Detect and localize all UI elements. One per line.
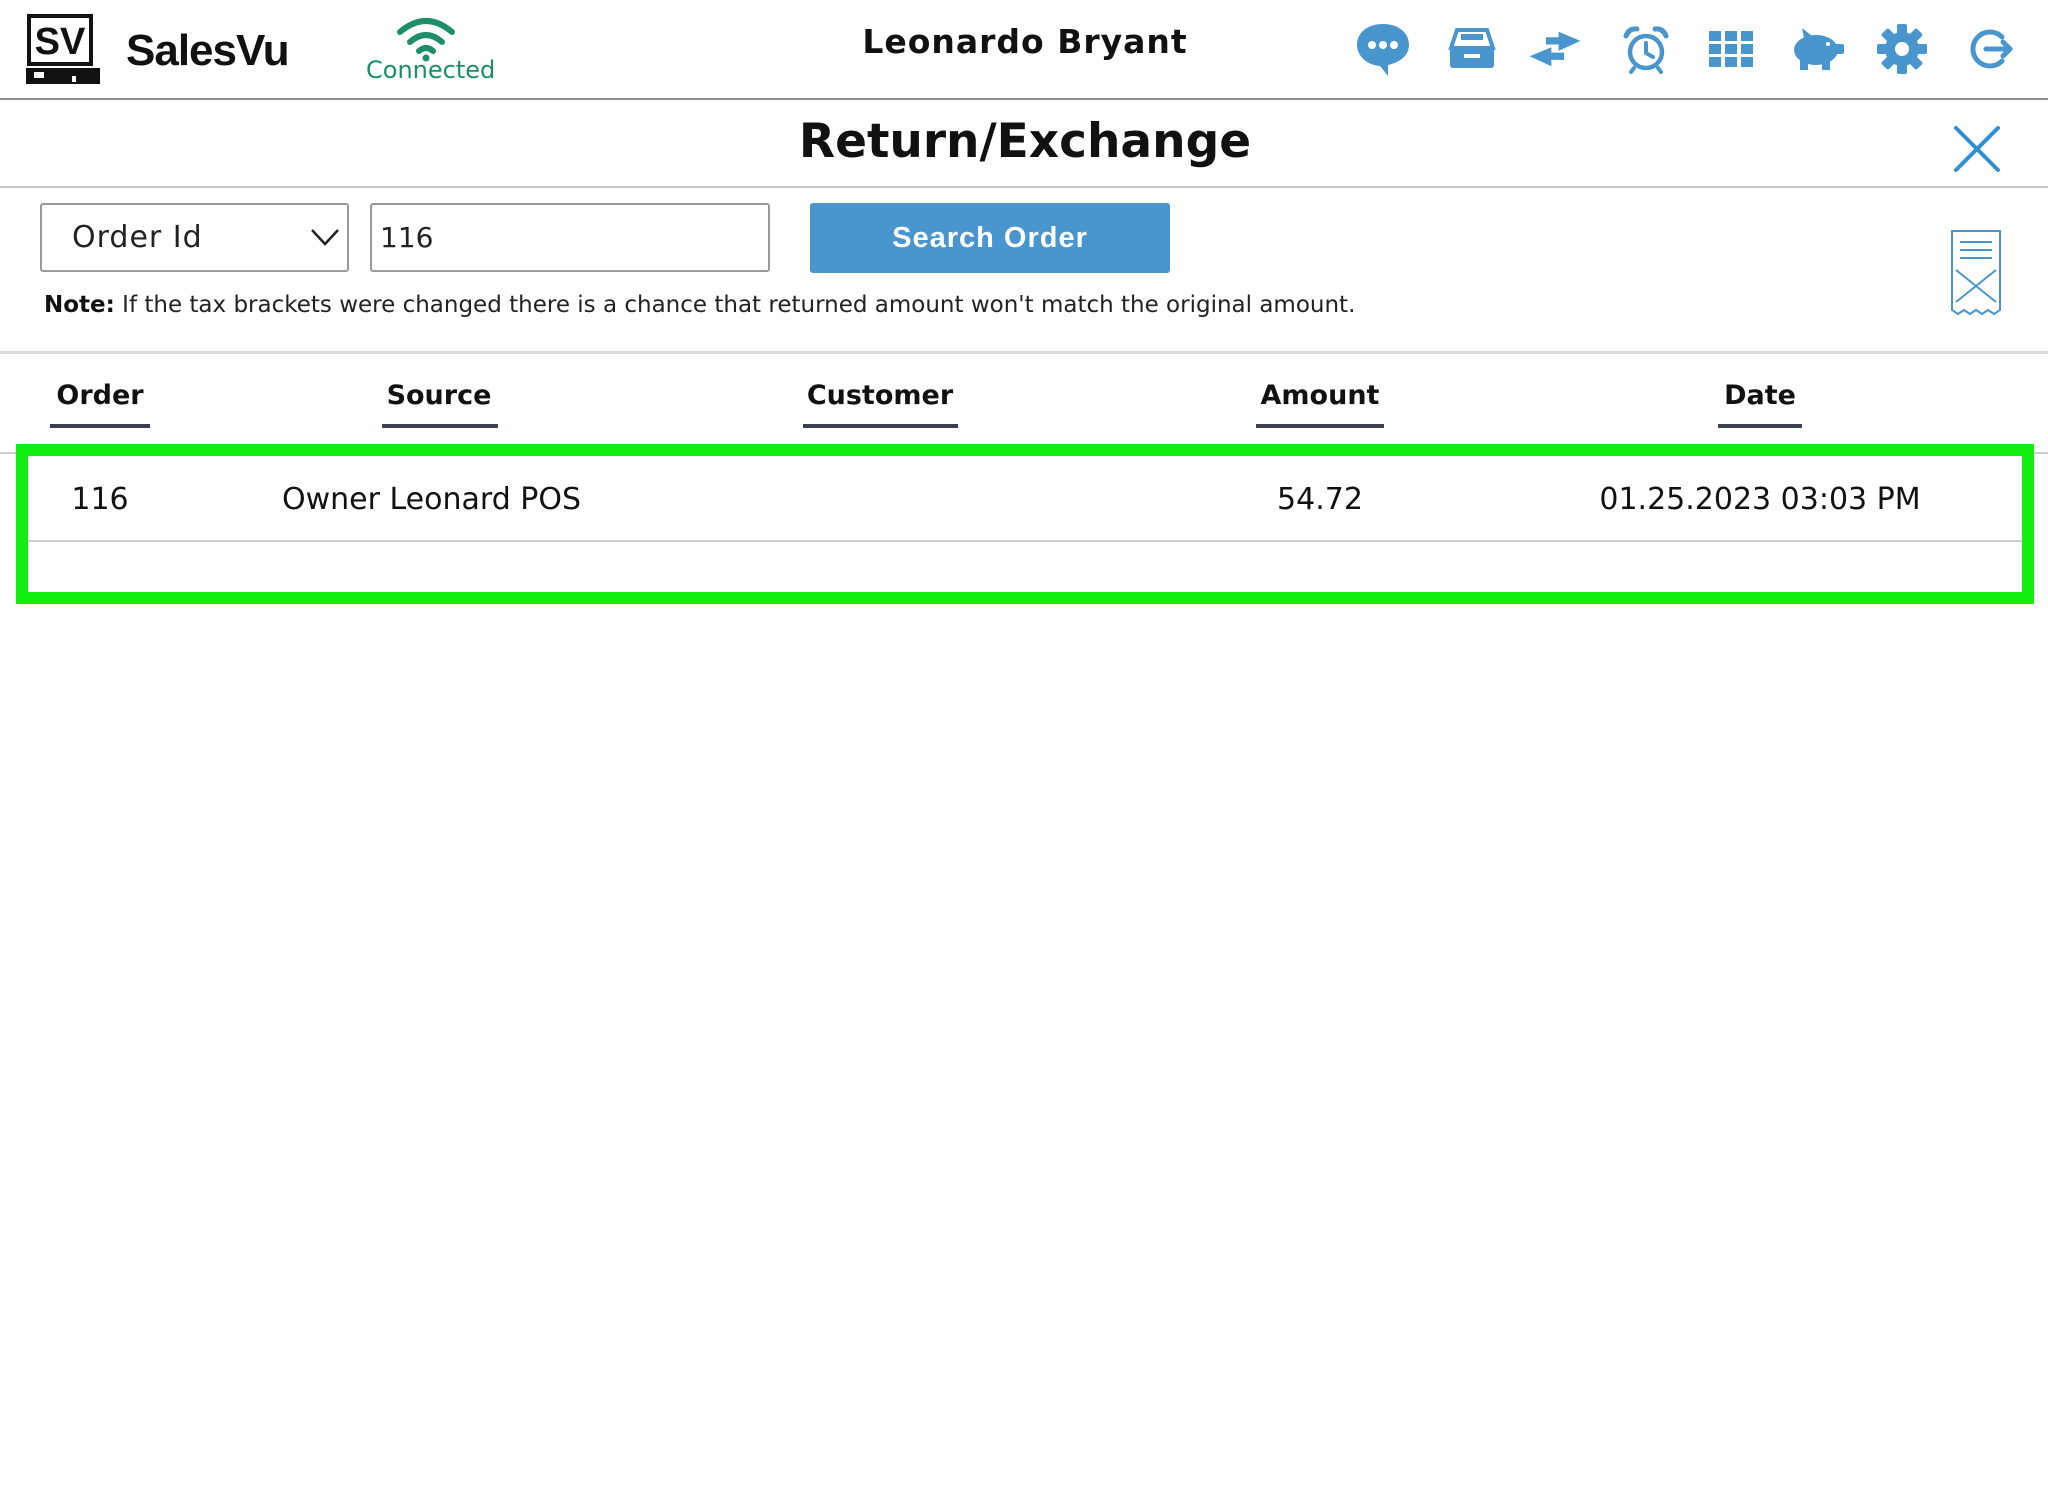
close-icon[interactable] (1952, 124, 2002, 174)
svg-text:SV: SV (35, 21, 86, 63)
column-underline (382, 424, 498, 428)
column-underline (1256, 424, 1384, 428)
column-header-date[interactable]: Date (1718, 380, 1802, 411)
note-text: If the tax brackets were changed there i… (114, 292, 1356, 318)
column-header-order[interactable]: Order (52, 380, 148, 411)
exchange-arrows-icon[interactable] (1526, 18, 1584, 80)
chevron-down-icon (310, 225, 340, 249)
salesvu-logo: SV (26, 14, 100, 86)
grid-apps-icon[interactable] (1702, 18, 1760, 80)
connection-status: Connected (366, 56, 496, 84)
receipt-void-icon[interactable] (1948, 228, 2004, 318)
search-order-button[interactable]: Search Order (810, 203, 1170, 273)
search-type-value: Order Id (72, 220, 203, 255)
brand-name: SalesVu (126, 26, 290, 75)
tax-note: Note: If the tax brackets were changed t… (44, 292, 1355, 318)
gear-icon[interactable] (1873, 18, 1931, 80)
search-type-select[interactable]: Order Id (40, 203, 349, 272)
chat-bubble-icon[interactable] (1354, 18, 1412, 80)
piggy-bank-icon[interactable] (1788, 18, 1846, 80)
alarm-clock-icon[interactable] (1617, 18, 1675, 80)
page-title: Return/Exchange (798, 114, 1252, 169)
column-header-source[interactable]: Source (376, 380, 502, 411)
note-label: Note: (44, 292, 115, 318)
column-underline (803, 424, 958, 428)
cash-drawer-icon[interactable] (1443, 18, 1501, 80)
column-header-customer[interactable]: Customer (800, 380, 960, 411)
column-header-amount[interactable]: Amount (1254, 380, 1386, 411)
column-underline (50, 424, 150, 428)
search-input[interactable] (370, 203, 770, 272)
logout-icon[interactable] (1960, 18, 2018, 80)
selection-highlight (16, 444, 2034, 604)
section-divider (0, 351, 2048, 354)
user-name: Leonardo Bryant (862, 22, 1188, 61)
column-underline (1718, 424, 1802, 428)
